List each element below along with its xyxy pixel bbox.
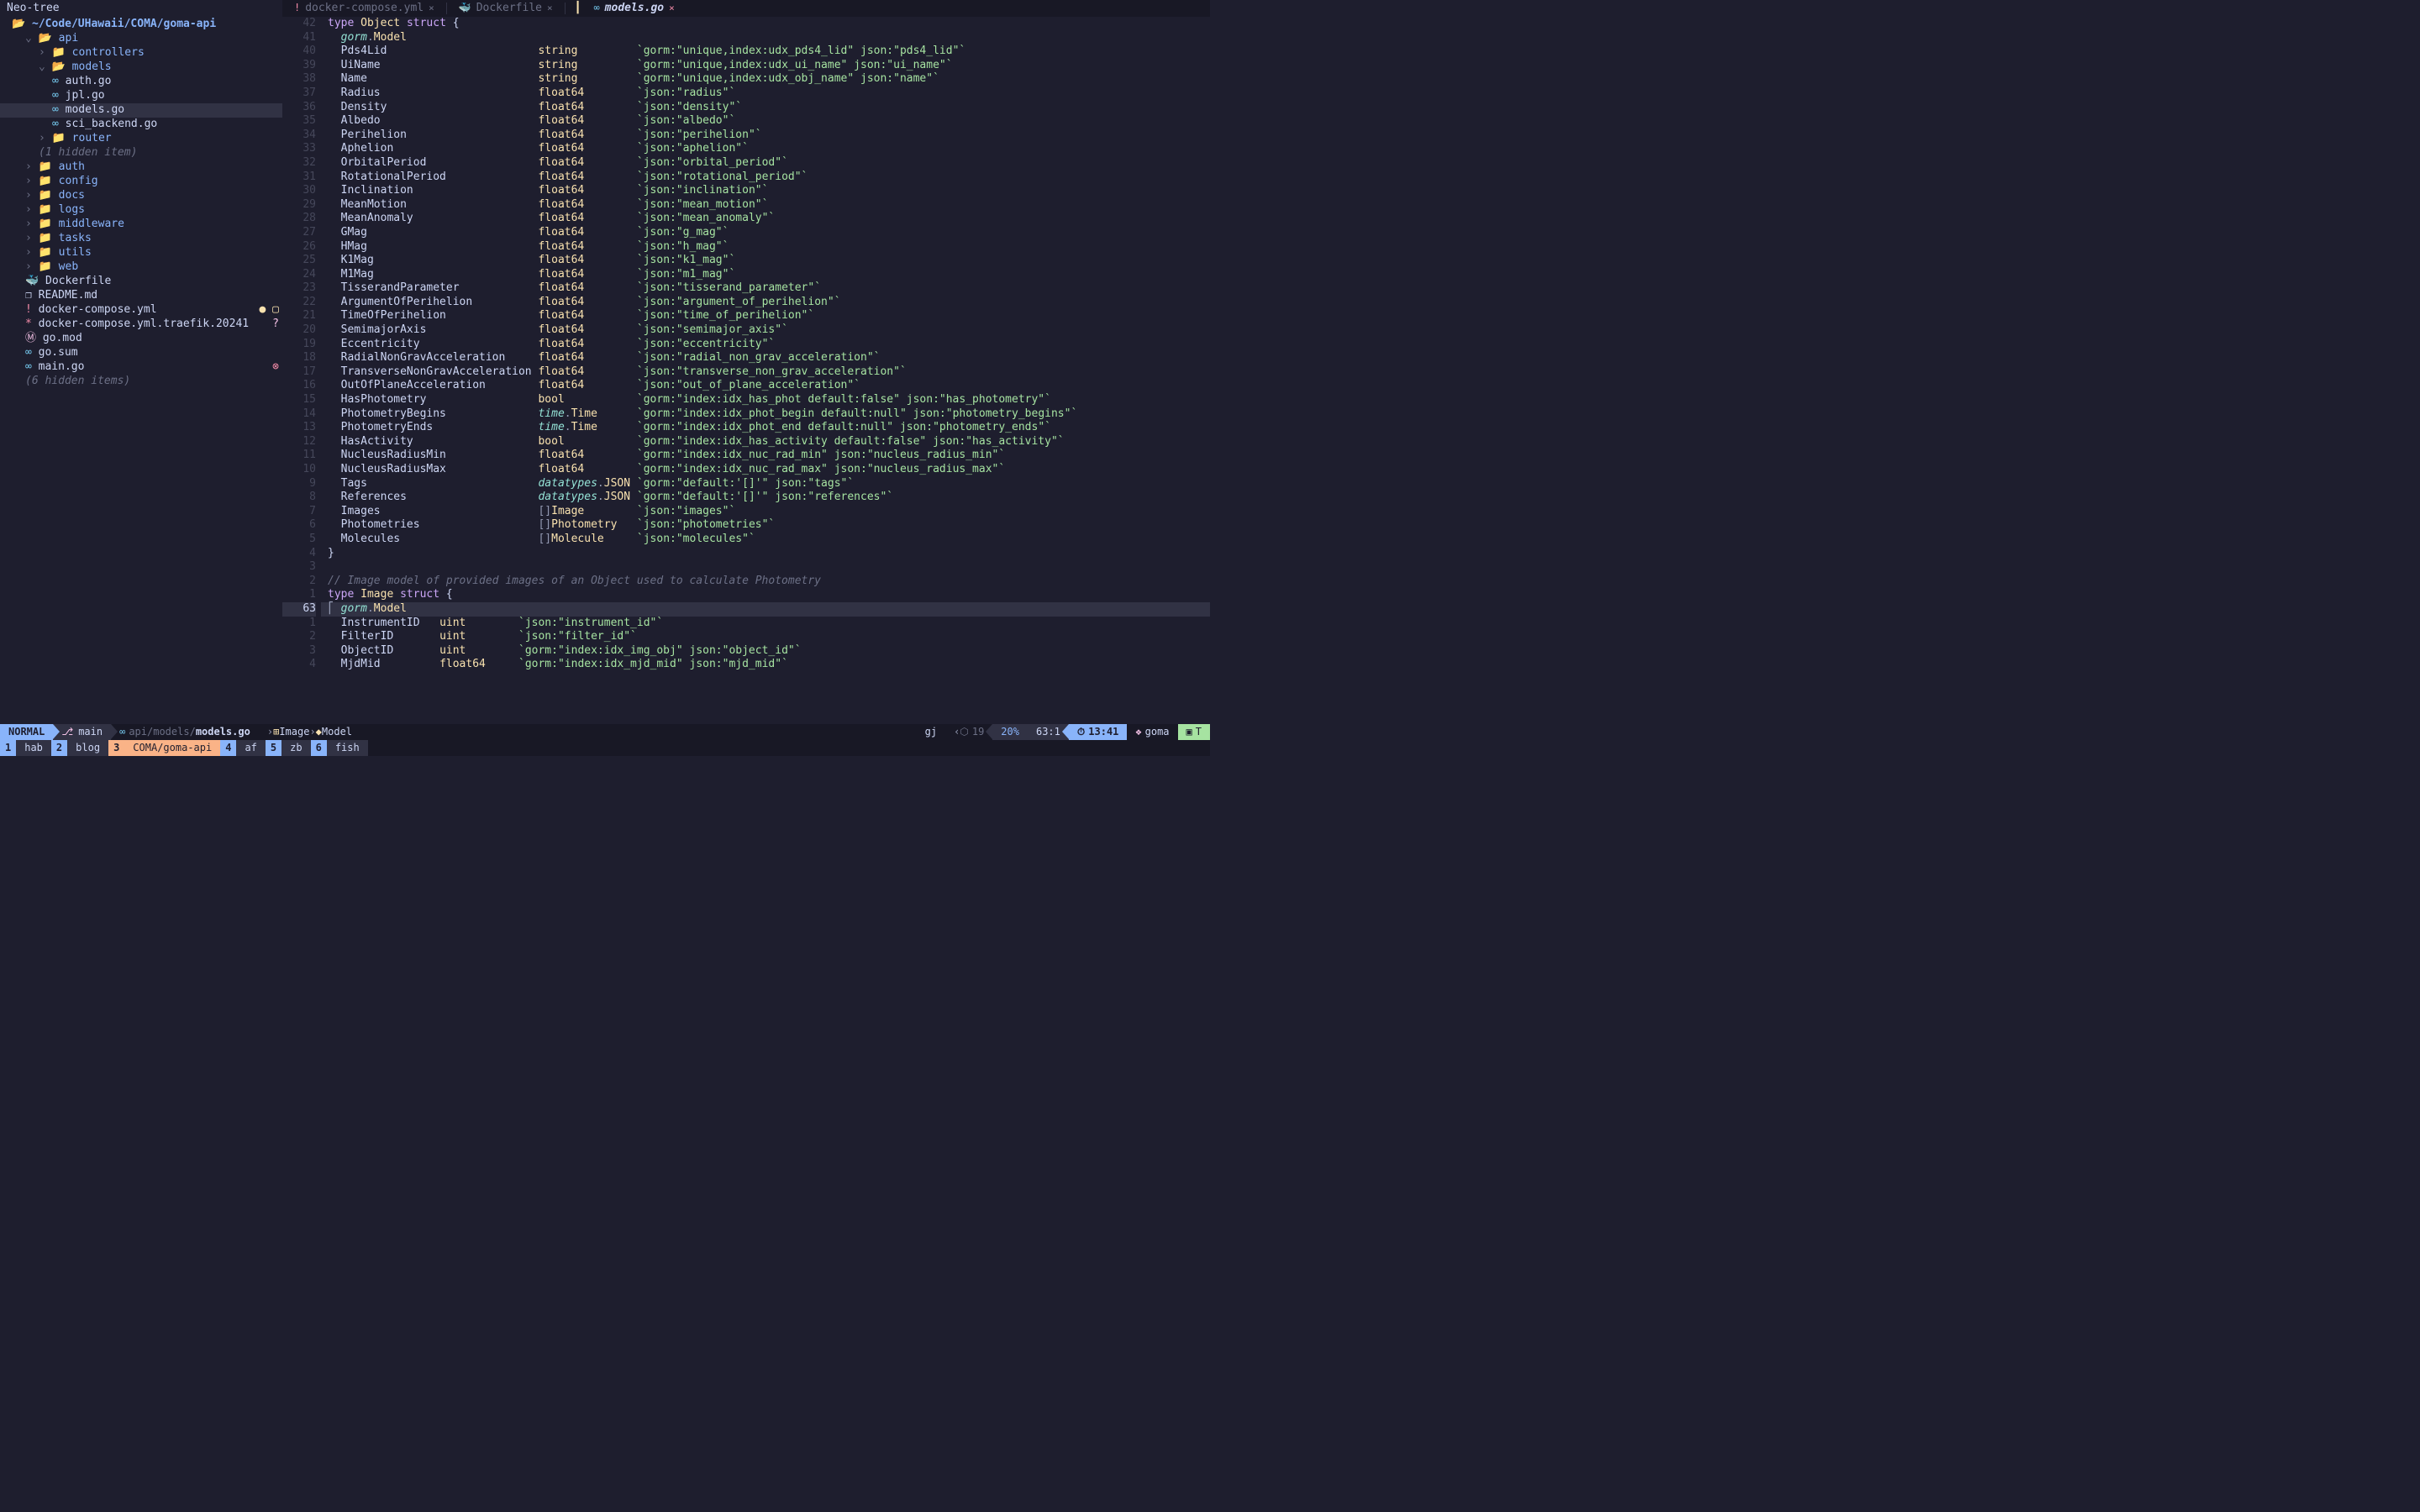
tree-root[interactable]: 📂 ~/Code/UHawaii/COMA/goma-api — [0, 18, 282, 32]
file-tree-sidebar: Neo-tree 📂 ~/Code/UHawaii/COMA/goma-api⌄… — [0, 0, 282, 724]
tmux-status-bar[interactable]: 1hab2blog3COMA/goma-api4af5zb6fish — [0, 740, 1210, 756]
tree-folder[interactable]: › 📁 web — [0, 260, 282, 275]
tree-file[interactable]: (1 hidden item) — [0, 146, 282, 160]
git-branch: ⎇ main — [53, 724, 111, 740]
tree-folder[interactable]: › 📁 logs — [0, 203, 282, 218]
scroll-percent: 20% — [992, 724, 1028, 740]
tree-folder[interactable]: ⌄ 📂 models — [0, 60, 282, 75]
close-icon[interactable]: × — [547, 3, 553, 14]
tree-folder[interactable]: › 📁 controllers — [0, 46, 282, 60]
tree-file[interactable]: ∞ sci_backend.go — [0, 118, 282, 132]
editor-tabs[interactable]: !docker-compose.yml×🐳Dockerfile×▎∞models… — [282, 0, 1210, 17]
tmux-window[interactable]: 5zb — [266, 740, 311, 756]
sidebar-title: Neo-tree — [0, 0, 282, 18]
tree-folder[interactable]: › 📁 router — [0, 132, 282, 146]
clock: ⏱ 13:41 — [1069, 724, 1128, 740]
tree-file[interactable]: ❐ README.md — [0, 289, 282, 303]
terminal-icon: ▣ — [1186, 726, 1192, 739]
file-type-icon: 🐳 — [459, 2, 471, 15]
clock-icon: ⏱ — [1077, 726, 1085, 739]
tmux-window[interactable]: 6fish — [311, 740, 368, 756]
diamond-icon: ❖ — [1135, 726, 1141, 739]
code-area[interactable]: 4241403938373635343332313029282726252423… — [282, 17, 1210, 724]
breadcrumb-symbol: › ⊞ Image › ◆ Model — [259, 724, 360, 740]
session-name: ❖ goma — [1127, 724, 1177, 740]
tree-folder[interactable]: ⌄ 📂 api — [0, 32, 282, 46]
close-icon[interactable]: × — [669, 3, 675, 14]
tree-file[interactable]: ! docker-compose.yml● ▢ — [0, 303, 282, 318]
tmux-window[interactable]: 1hab — [0, 740, 51, 756]
mode-indicator: NORMAL — [0, 724, 53, 740]
file-type-icon: ! — [294, 2, 300, 15]
tree-folder[interactable]: › 📁 docs — [0, 189, 282, 203]
tree-file[interactable]: ∞ main.go⊗ — [0, 360, 282, 375]
tree-file[interactable]: ∞ models.go — [0, 103, 282, 118]
hexagon-icon: ⬡ — [960, 726, 968, 739]
tree-file[interactable]: ∞ go.sum — [0, 346, 282, 360]
status-line: NORMAL ⎇ main ∞ api/models/models.go › ⊞… — [0, 724, 1210, 740]
close-icon[interactable]: × — [429, 3, 434, 14]
gj-indicator: gj — [917, 724, 945, 740]
tree-folder[interactable]: › 📁 utils — [0, 246, 282, 260]
terminal-indicator: ▣ T — [1178, 724, 1210, 740]
editor-tab[interactable]: 🐳Dockerfile× — [447, 0, 565, 17]
tree-folder[interactable]: › 📁 config — [0, 175, 282, 189]
tmux-window[interactable]: 3COMA/goma-api — [108, 740, 220, 756]
tree-file[interactable]: ∞ jpl.go — [0, 89, 282, 103]
tree-file[interactable]: (6 hidden items) — [0, 375, 282, 389]
tree-folder[interactable]: › 📁 tasks — [0, 232, 282, 246]
tree-file[interactable]: 🐳 Dockerfile — [0, 275, 282, 289]
tree-file[interactable]: * docker-compose.yml.traefik.20241? — [0, 318, 282, 332]
editor-tab[interactable]: !docker-compose.yml× — [282, 0, 446, 17]
file-tree[interactable]: 📂 ~/Code/UHawaii/COMA/goma-api⌄ 📂 api› 📁… — [0, 18, 282, 724]
tmux-window[interactable]: 2blog — [51, 740, 108, 756]
file-type-icon: ∞ — [593, 2, 599, 15]
tree-folder[interactable]: › 📁 auth — [0, 160, 282, 175]
file-icon: ∞ — [119, 726, 125, 739]
tmux-window[interactable]: 4af — [220, 740, 266, 756]
file-path: ∞ api/models/models.go — [111, 724, 259, 740]
tree-file[interactable]: Ⓜ go.mod — [0, 332, 282, 346]
editor-pane: !docker-compose.yml×🐳Dockerfile×▎∞models… — [282, 0, 1210, 724]
editor-tab[interactable]: ▎∞models.go× — [566, 0, 687, 17]
code-content[interactable]: type Object struct { gorm.Model Pds4Lid … — [321, 17, 1210, 724]
tree-file[interactable]: ∞ auth.go — [0, 75, 282, 89]
branch-icon: ⎇ — [61, 726, 73, 739]
tree-folder[interactable]: › 📁 middleware — [0, 218, 282, 232]
line-number-gutter: 4241403938373635343332313029282726252423… — [282, 17, 321, 724]
